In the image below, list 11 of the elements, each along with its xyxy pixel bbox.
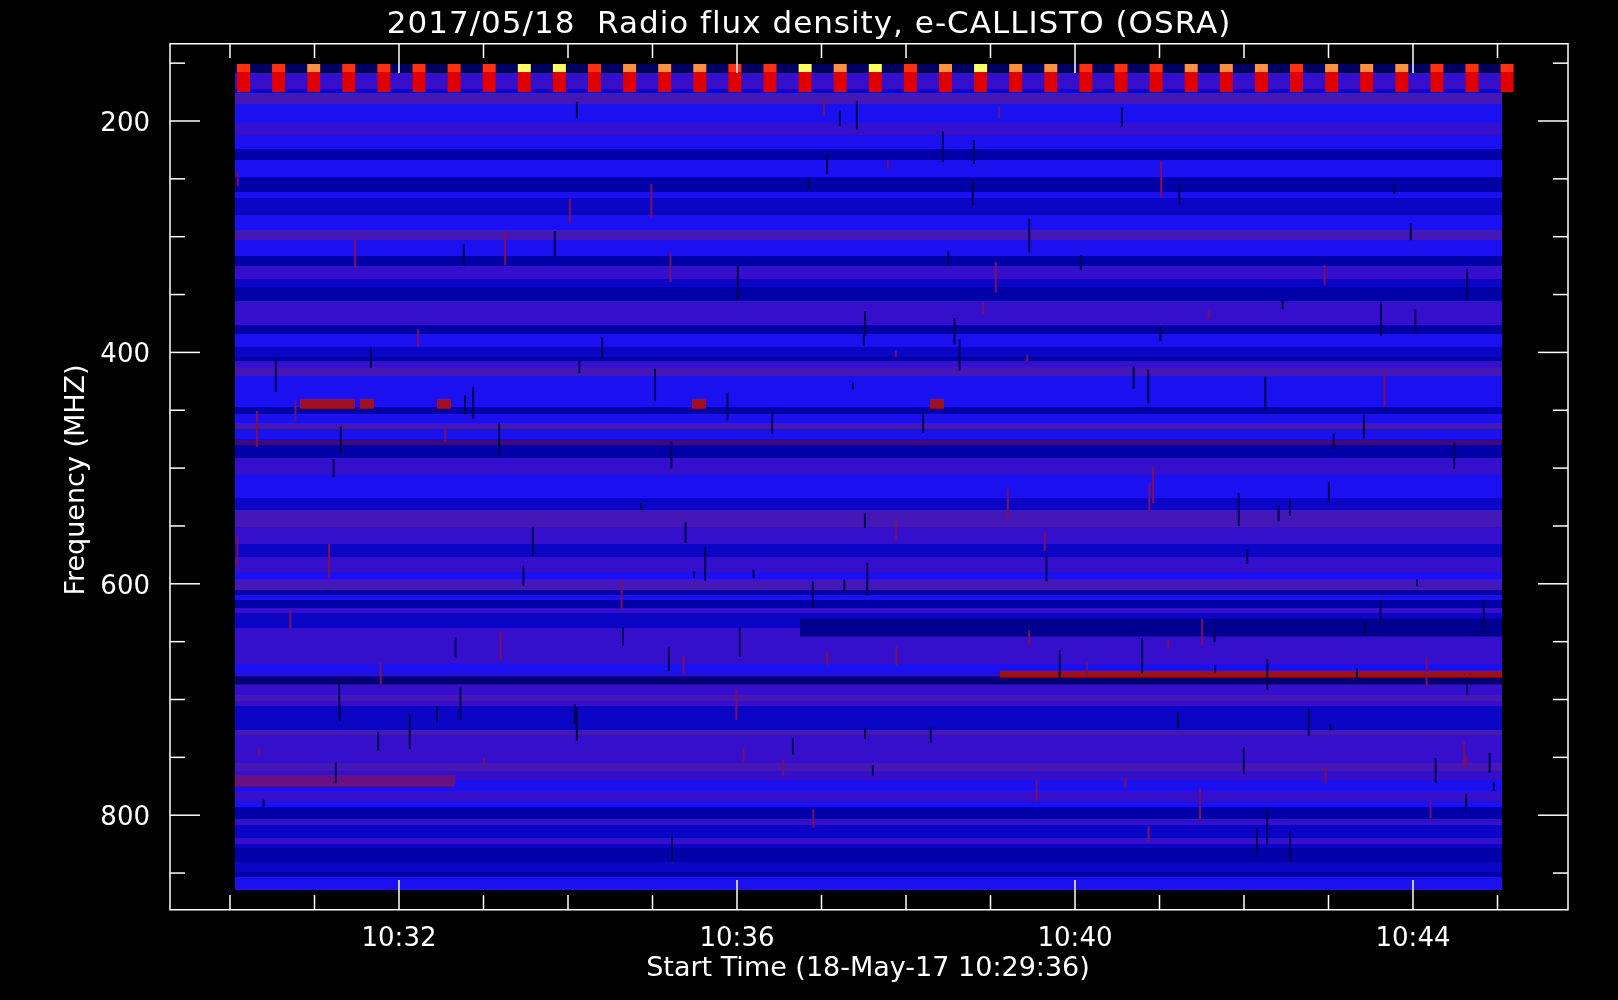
x-axis-label: Start Time (18-May-17 10:29:36)	[646, 951, 1090, 982]
y-tick-label: 400	[100, 338, 150, 369]
x-tick-label: 10:32	[361, 922, 437, 952]
y-axis-label: Frequency (MHZ)	[59, 364, 90, 596]
y-tick-label: 600	[100, 569, 150, 600]
x-tick-label: 10:44	[1375, 922, 1451, 952]
x-tick-label: 10:36	[699, 922, 775, 952]
chart-title: 2017/05/18 Radio flux density, e-CALLISTO (OSRA)	[386, 2, 1232, 42]
y-tick-label: 200	[100, 107, 150, 137]
y-tick-label: 800	[100, 801, 150, 832]
x-tick-label: 10:40	[1037, 922, 1113, 952]
